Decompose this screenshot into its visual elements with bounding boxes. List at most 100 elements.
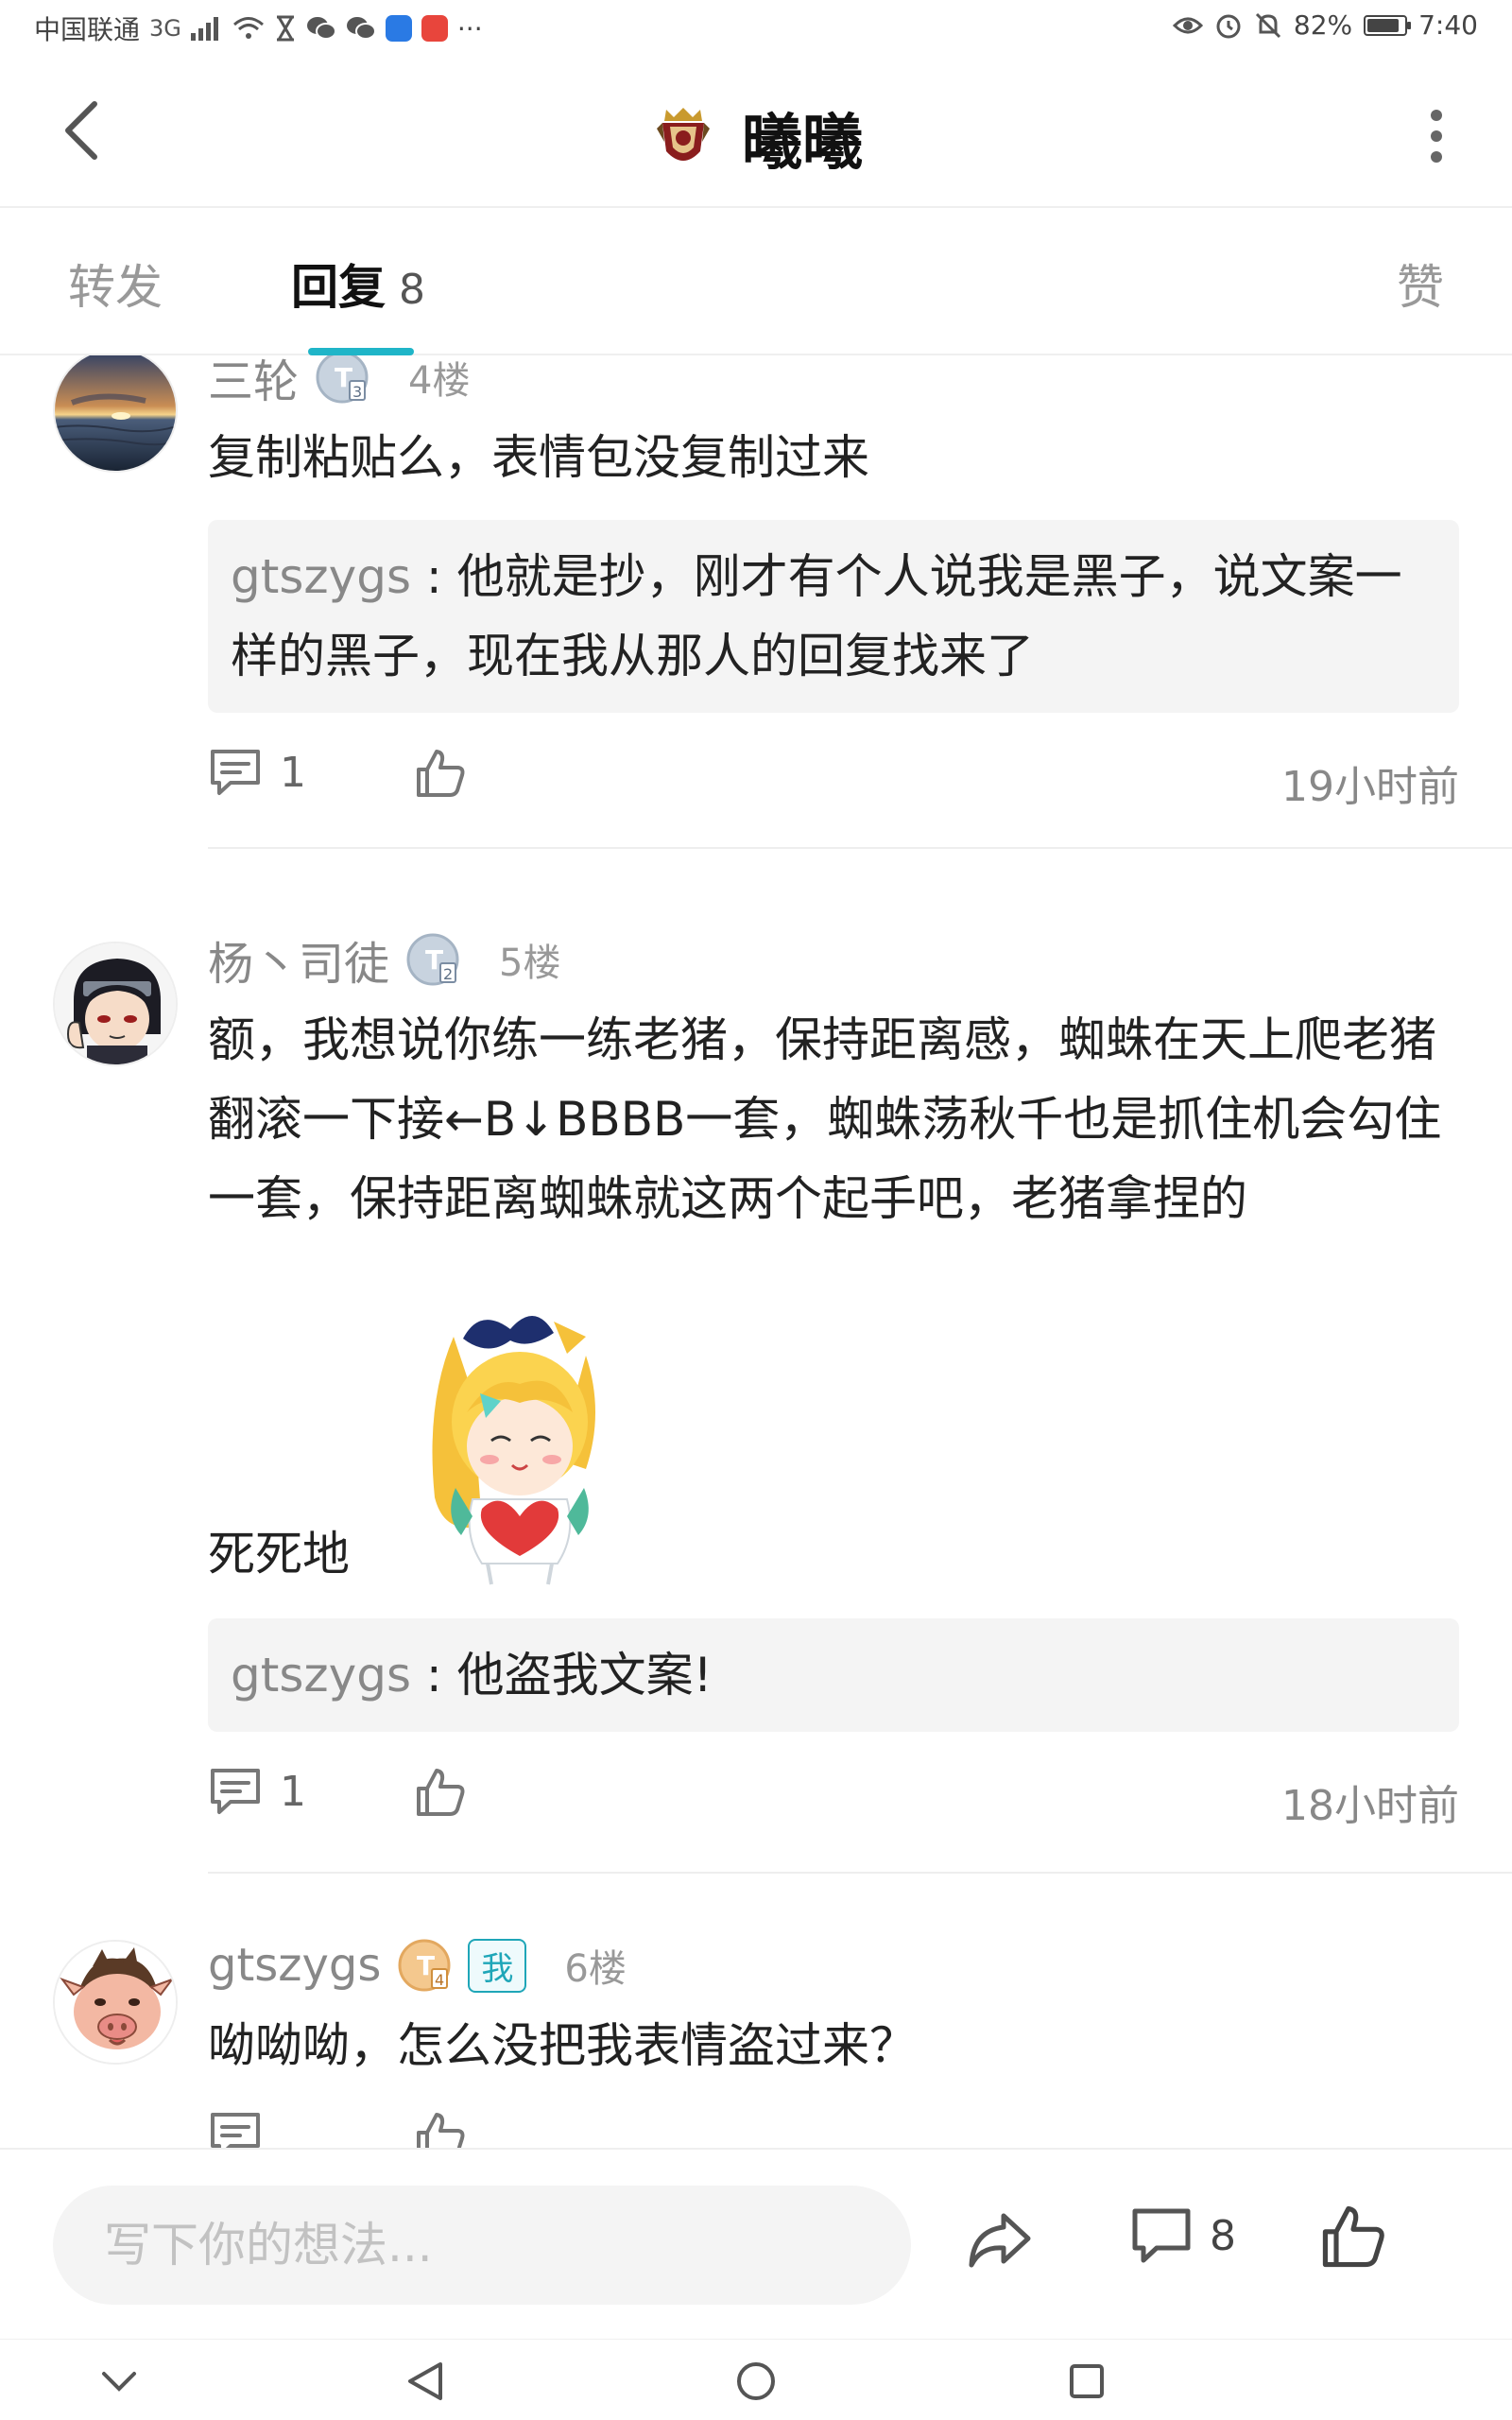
quoted-reply[interactable]: gtszygs : 他盗我文案! <box>208 1618 1459 1732</box>
circle-home-icon <box>737 2362 775 2400</box>
tab-bar: 转发 回复 8 赞 <box>0 208 1512 355</box>
thumbs-up-icon <box>417 750 465 797</box>
tab-reply-label: 回复 <box>291 260 386 315</box>
comment-text-tail: 死死地 <box>208 1527 350 1582</box>
clock-time: 7:40 <box>1418 9 1478 41</box>
svg-text:3: 3 <box>352 383 362 401</box>
quoted-author[interactable]: gtszygs <box>231 549 411 604</box>
reply-button[interactable] <box>208 2110 263 2148</box>
comment-icon <box>211 2113 260 2148</box>
me-badge: 我 <box>468 1938 527 1993</box>
floor-number: 6楼 <box>564 1947 627 1991</box>
divider <box>208 1872 1512 1874</box>
quote-separator: : <box>411 549 457 604</box>
avatar[interactable] <box>53 355 178 473</box>
like-button[interactable] <box>414 747 467 804</box>
network-type: 3G <box>149 15 181 42</box>
reply-button[interactable]: 1 <box>208 747 306 798</box>
reply-button[interactable]: 1 <box>208 1766 306 1817</box>
like-button[interactable] <box>414 2110 467 2148</box>
alarm-icon <box>1216 14 1241 38</box>
svg-text:2: 2 <box>443 965 453 983</box>
sunset-avatar-image <box>55 355 176 471</box>
app-icon-blue <box>385 15 412 42</box>
tab-forward[interactable]: 转发 <box>68 250 163 318</box>
level-badge-icon: T 2 <box>406 933 459 986</box>
mute-icon <box>1255 12 1280 38</box>
floor-number: 5楼 <box>499 942 561 985</box>
page-title: 曦曦 <box>742 109 863 179</box>
quoted-text: 他盗我文案! <box>456 1648 713 1703</box>
app-icon-red <box>421 15 448 42</box>
level-badge-icon: T 4 <box>398 1939 451 1992</box>
thumbs-up-icon <box>417 2113 465 2148</box>
eye-icon <box>1172 17 1203 33</box>
square-recents-icon <box>1070 2364 1104 2398</box>
status-bar: 中国联通 3G ··· 82% 7:40 <box>0 0 1512 59</box>
pig-avatar-image <box>55 1942 176 2063</box>
wechat-icon-2 <box>346 17 376 40</box>
ninja-avatar-image <box>55 943 176 1064</box>
avatar[interactable] <box>53 942 178 1066</box>
comment-list[interactable]: 三轮 T 3 4楼 复制粘贴么，表情包没复制过来 gtszygs : 他就是抄，… <box>0 355 1512 2148</box>
like-button[interactable] <box>414 1766 467 1823</box>
comment-text: 呦呦呦，怎么没把我表情盗过来？ <box>208 2018 917 2073</box>
comment-time: 18小时前 <box>1281 1782 1459 1830</box>
comment-icon <box>211 750 260 795</box>
more-vertical-icon <box>1431 110 1442 163</box>
comment-time: 19小时前 <box>1281 763 1459 811</box>
divider <box>208 847 1512 849</box>
wechat-icon <box>306 17 336 40</box>
comments-count: 8 <box>1210 2211 1236 2260</box>
nav-home-button[interactable] <box>728 2353 784 2410</box>
thumbs-up-icon <box>1322 2205 1384 2268</box>
reply-count: 1 <box>280 1767 306 1816</box>
comment-icon <box>211 1769 260 1814</box>
comment-author[interactable]: 杨丶司徒 <box>208 926 389 993</box>
wifi-icon <box>232 17 264 39</box>
battery-icon <box>1364 14 1412 36</box>
comment-actions <box>208 2110 1459 2148</box>
triangle-back-icon <box>408 2362 442 2400</box>
comment-input[interactable] <box>53 2186 911 2305</box>
level-badge-icon: T 3 <box>316 355 369 404</box>
more-options-button[interactable] <box>1399 98 1474 174</box>
more-notifications-icon: ··· <box>456 12 483 44</box>
quoted-reply[interactable]: gtszygs : 他就是抄，刚才有个人说我是黑子，说文案一样的黑子，现在我从那… <box>208 520 1459 713</box>
battery-percent: 82% <box>1293 9 1353 41</box>
quote-separator: : <box>411 1648 457 1703</box>
active-tab-indicator <box>308 348 414 355</box>
top-header: 曦曦 <box>0 59 1512 208</box>
chevron-down-icon <box>102 2372 136 2392</box>
comment-icon <box>1132 2208 1191 2263</box>
comment-author[interactable]: 三轮 <box>208 355 299 410</box>
nav-recents-button[interactable] <box>1058 2353 1115 2410</box>
share-button[interactable] <box>966 2206 1034 2278</box>
nav-collapse-button[interactable] <box>91 2353 147 2410</box>
tab-reply[interactable]: 回复 8 <box>291 250 425 318</box>
like-post-button[interactable] <box>1319 2203 1387 2274</box>
svg-text:4: 4 <box>435 1971 444 1989</box>
sticker-image[interactable] <box>369 1280 633 1592</box>
nav-back-button[interactable] <box>397 2353 454 2410</box>
quoted-author[interactable]: gtszygs <box>231 1648 411 1703</box>
carrier-label: 中国联通 <box>34 14 141 45</box>
thumbs-up-icon <box>417 1769 465 1816</box>
app-root: 中国联通 3G ··· 82% 7:40 曦曦 转发 回复 8 赞 三轮 T 3… <box>0 0 1512 2420</box>
hourglass-icon <box>276 15 294 42</box>
comment-actions: 1 19小时前 <box>208 747 1459 826</box>
reply-count: 1 <box>280 748 306 797</box>
system-nav-bar <box>0 2339 1512 2420</box>
share-arrow-icon <box>969 2213 1031 2268</box>
tab-like[interactable]: 赞 <box>1397 250 1444 318</box>
comments-button[interactable]: 8 <box>1130 2206 1236 2265</box>
comment-author[interactable]: gtszygs <box>208 1939 381 1992</box>
crest-avatar-icon <box>657 108 710 161</box>
comment-text: 复制粘贴么，表情包没复制过来 <box>208 430 869 485</box>
avatar[interactable] <box>53 1940 178 2065</box>
bottom-action-bar: 8 <box>0 2148 1512 2339</box>
tab-reply-count: 8 <box>399 266 425 314</box>
comment-text: 额，我想说你练一练老猪，保持距离感，蜘蛛在天上爬老猪翻滚一下接←B↓BBBB一套… <box>208 1012 1442 1226</box>
comment-actions: 1 18小时前 <box>208 1766 1459 1845</box>
signal-icon <box>190 17 218 41</box>
